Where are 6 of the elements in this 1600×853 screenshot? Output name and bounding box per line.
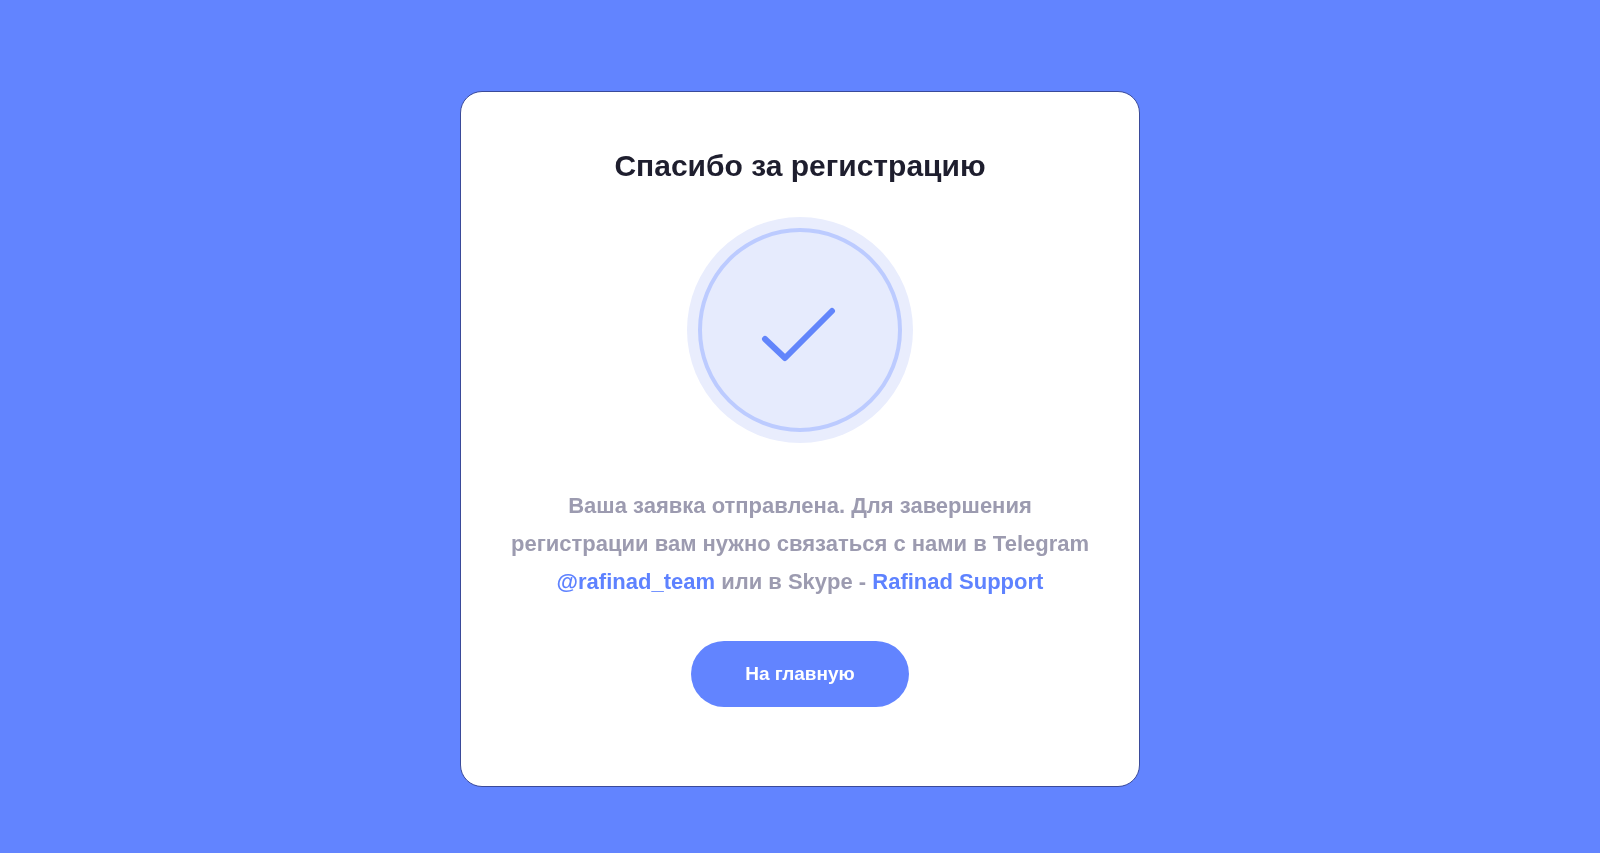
message-text: Ваша заявка отправлена. Для завершения регистрации вам нужно связаться с нами в Telegram @rafinad_team или в Skype - Rafinad Support: [510, 492, 1090, 596]
home-button[interactable]: На главную: [691, 641, 909, 707]
link[interactable]: @rafinad_team: [556, 569, 715, 594]
link[interactable]: Rafinad Support: [872, 569, 1044, 594]
dialog-title: Спасибо за регистрацию: [614, 148, 986, 184]
checkmark-icon: [687, 217, 913, 443]
